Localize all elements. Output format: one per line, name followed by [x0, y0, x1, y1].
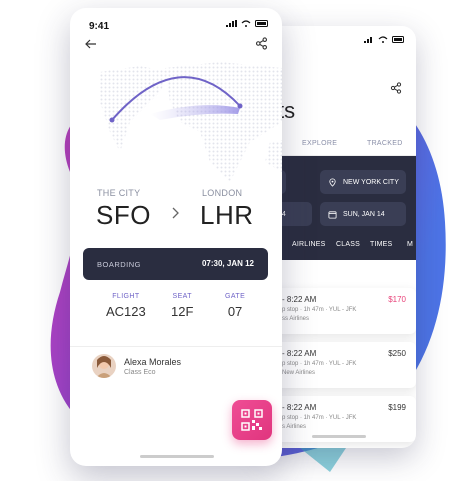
filter-times[interactable]: TIMES	[370, 241, 392, 248]
flight-airline: s Airlines	[282, 424, 307, 430]
tab-bar: EXPLORE TRACKED	[262, 134, 416, 156]
flight-meta: p stop · 1h 47m · YUL - JFK	[282, 415, 357, 421]
flight-search-screen: ts EXPLORE TRACKED NEW YORK CITY 14 SUN,…	[262, 26, 416, 448]
filter-airlines[interactable]: AIRLINES	[292, 241, 326, 248]
return-date-value: SUN, JAN 14	[343, 210, 385, 218]
passenger-class: Class Eco	[124, 369, 156, 376]
flight-value: AC123	[106, 304, 146, 319]
seat-info: SEAT 12F	[171, 293, 193, 319]
home-indicator	[312, 435, 366, 438]
boarding-pass-screen: 9:41 THE CITY SFO LONDON LHR BOARDING 07…	[70, 8, 282, 466]
flight-airline: New Airlines	[282, 370, 316, 376]
flight-info: FLIGHT AC123	[106, 293, 146, 319]
flight-time: - 8:22 AM	[282, 295, 317, 304]
seat-label: SEAT	[172, 293, 192, 300]
boarding-label: BOARDING	[97, 260, 142, 269]
avatar-photo	[92, 354, 116, 378]
passenger-name: Alexa Morales	[124, 357, 182, 367]
filter-more[interactable]: M	[407, 241, 413, 248]
share-icon[interactable]	[390, 82, 402, 94]
battery-icon	[392, 36, 404, 43]
calendar-icon	[328, 210, 337, 219]
location-pin-icon	[329, 177, 336, 187]
tab-explore[interactable]: EXPLORE	[302, 140, 337, 147]
to-field-value: NEW YORK CITY	[343, 178, 399, 186]
battery-icon	[255, 20, 268, 27]
return-date-field[interactable]: SUN, JAN 14	[320, 202, 406, 226]
world-map	[100, 62, 282, 182]
gate-value: 07	[227, 304, 243, 319]
flight-label: FLIGHT	[112, 293, 140, 300]
qr-code-icon	[241, 409, 263, 431]
flight-meta: p stop · 1h 47m · YUL - JFK	[282, 307, 357, 313]
gate-label: GATE	[225, 293, 246, 300]
status-icons	[226, 20, 270, 27]
origin-code: SFO	[96, 200, 151, 230]
destination-code: LHR	[200, 200, 254, 230]
flight-price: $170	[388, 295, 406, 304]
qr-code-button[interactable]	[232, 400, 272, 440]
flight-price: $199	[388, 403, 406, 412]
avatar	[92, 354, 116, 378]
status-time: 9:41	[89, 21, 110, 32]
chevron-right-icon	[172, 207, 179, 219]
destination-city: LONDON	[202, 188, 243, 198]
seat-value: 12F	[171, 304, 194, 319]
flight-time: - 8:22 AM	[282, 403, 317, 412]
wifi-icon	[241, 20, 251, 27]
flight-price: $250	[388, 349, 406, 358]
to-field[interactable]: NEW YORK CITY	[320, 170, 406, 194]
status-icons	[364, 36, 406, 43]
signal-icon	[364, 37, 372, 43]
divider	[70, 346, 282, 347]
flight-result-card[interactable]: - 8:22 AM p stop · 1h 47m · YUL - JFK Ne…	[268, 342, 416, 388]
flight-meta: p stop · 1h 47m · YUL - JFK	[282, 361, 357, 367]
arrow-left-icon[interactable]	[84, 37, 98, 51]
filter-class[interactable]: CLASS	[336, 241, 360, 248]
flight-airline: ss Airlines	[282, 316, 310, 322]
flight-result-card[interactable]: - 8:22 AM p stop · 1h 47m · YUL - JFK ss…	[268, 288, 416, 334]
share-icon[interactable]	[255, 37, 268, 50]
home-indicator	[140, 455, 214, 458]
wifi-icon	[378, 36, 388, 43]
boarding-bar: BOARDING 07:30, JAN 12	[83, 248, 268, 280]
tab-tracked[interactable]: TRACKED	[367, 140, 403, 147]
origin-city: THE CITY	[97, 188, 141, 198]
gate-info: GATE 07	[225, 293, 245, 319]
signal-icon	[226, 20, 237, 27]
boarding-time: 07:30, JAN 12	[201, 259, 254, 268]
flight-time: - 8:22 AM	[282, 349, 317, 358]
